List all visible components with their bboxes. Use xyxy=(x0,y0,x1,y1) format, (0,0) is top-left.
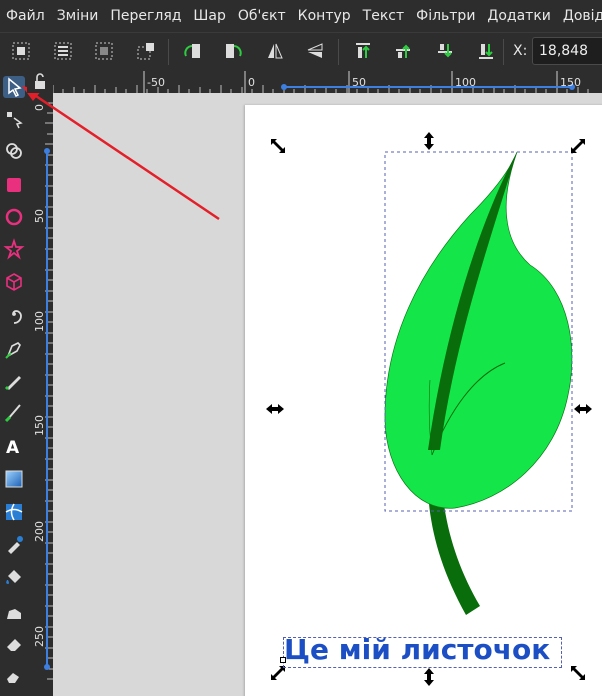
lower-icon[interactable] xyxy=(436,42,454,60)
unlock-icon xyxy=(35,73,45,89)
mesh-icon xyxy=(5,503,23,521)
ellipse-icon xyxy=(5,208,23,226)
rotate-cw-icon[interactable] xyxy=(224,42,242,60)
menu-edit[interactable]: Зміни xyxy=(51,8,105,24)
spiral-tool[interactable] xyxy=(3,303,25,325)
canvas-text[interactable]: Це мій листочок xyxy=(284,633,550,666)
ruler-label: 100 xyxy=(33,311,46,332)
x-coordinate-label: X: xyxy=(513,43,528,59)
menu-extensions[interactable]: Додатки xyxy=(481,8,556,24)
cube-icon xyxy=(6,273,22,291)
star-tool[interactable] xyxy=(3,238,25,260)
separator xyxy=(503,39,504,65)
ruler-label: 200 xyxy=(33,521,46,542)
gradient-icon xyxy=(5,470,23,488)
eraser-tool[interactable] xyxy=(3,633,25,655)
calligraphy-icon xyxy=(4,404,21,423)
toolbox: A xyxy=(0,71,27,696)
ruler-label: 150 xyxy=(33,415,46,436)
menu-help[interactable]: Довідка xyxy=(557,8,602,24)
lower-to-bottom-icon[interactable] xyxy=(477,42,495,60)
pen-tool[interactable] xyxy=(3,338,25,360)
deselect-icon[interactable] xyxy=(95,42,113,60)
text-icon: A xyxy=(6,438,20,458)
canvas[interactable] xyxy=(53,93,602,696)
rectangle-tool[interactable] xyxy=(3,174,25,196)
spiral-icon xyxy=(12,310,22,324)
connector-tool[interactable] xyxy=(3,665,25,687)
menu-object[interactable]: Об'єкт xyxy=(232,8,292,24)
selector-tool[interactable] xyxy=(3,76,25,98)
ruler-label: 150 xyxy=(560,76,581,89)
flip-vertical-icon[interactable] xyxy=(306,42,324,60)
horizontal-ruler: -50 0 50 100 150 xyxy=(27,71,602,93)
menu-bar: Файл Зміни Перегляд Шар Об'єкт Контур Те… xyxy=(0,0,602,32)
svg-text:A: A xyxy=(6,438,20,457)
ruler-corner[interactable] xyxy=(27,71,53,93)
box-3d-tool[interactable] xyxy=(3,271,25,293)
ruler-ticks xyxy=(44,102,53,680)
mesh-tool[interactable] xyxy=(3,501,25,523)
eraser-icon xyxy=(7,639,21,651)
node-tool[interactable] xyxy=(3,108,25,130)
flip-horizontal-icon[interactable] xyxy=(266,42,284,60)
gradient-tool[interactable] xyxy=(3,468,25,490)
menu-text[interactable]: Текст xyxy=(357,8,410,24)
page xyxy=(245,105,602,696)
separator xyxy=(168,39,169,65)
rotate-ccw-icon[interactable] xyxy=(184,42,202,60)
raise-to-top-icon[interactable] xyxy=(354,42,372,60)
separator xyxy=(338,39,339,65)
bucket-icon xyxy=(6,570,21,584)
ruler-label: 50 xyxy=(352,76,366,89)
node-icon xyxy=(7,112,23,129)
spray-tool[interactable] xyxy=(3,601,25,623)
menu-view[interactable]: Перегляд xyxy=(104,8,187,24)
dropper-icon xyxy=(8,536,23,554)
ruler-label: 0 xyxy=(248,76,255,89)
select-all-icon[interactable] xyxy=(12,42,30,60)
raise-icon[interactable] xyxy=(394,42,412,60)
pen-icon xyxy=(5,342,21,359)
text-tool[interactable]: A xyxy=(3,435,25,458)
star-icon xyxy=(3,238,25,260)
ruler-label: -50 xyxy=(147,76,165,89)
paint-bucket-tool[interactable] xyxy=(3,566,25,588)
pencil-tool[interactable] xyxy=(3,370,25,392)
tweak-icon xyxy=(6,143,22,159)
menu-path[interactable]: Контур xyxy=(292,8,357,24)
touch-select-icon[interactable] xyxy=(137,42,155,60)
menu-file[interactable]: Файл xyxy=(0,8,51,24)
spray-icon xyxy=(7,609,21,619)
arrow-cursor-icon xyxy=(8,77,22,98)
menu-filters[interactable]: Фільтри xyxy=(410,8,481,24)
dropper-tool[interactable] xyxy=(3,533,25,555)
ellipse-tool[interactable] xyxy=(3,206,25,228)
text-anchor-handle[interactable] xyxy=(280,657,286,663)
connector-icon xyxy=(7,673,19,683)
tool-controls-bar: X: xyxy=(0,32,602,72)
x-coordinate-input[interactable] xyxy=(532,37,602,65)
ruler-label: 50 xyxy=(33,209,46,223)
ruler-ticks xyxy=(52,71,589,93)
menu-layer[interactable]: Шар xyxy=(187,8,231,24)
ruler-label: 100 xyxy=(455,76,476,89)
select-all-layers-icon[interactable] xyxy=(54,42,72,60)
ruler-label: 250 xyxy=(33,626,46,647)
pencil-icon xyxy=(4,376,21,391)
vertical-ruler: 0 50 100 150 200 250 xyxy=(27,71,53,696)
tweak-tool[interactable] xyxy=(3,140,25,162)
rectangle-icon xyxy=(7,178,21,192)
ruler-label: 0 xyxy=(33,104,46,111)
calligraphy-tool[interactable] xyxy=(3,401,25,423)
